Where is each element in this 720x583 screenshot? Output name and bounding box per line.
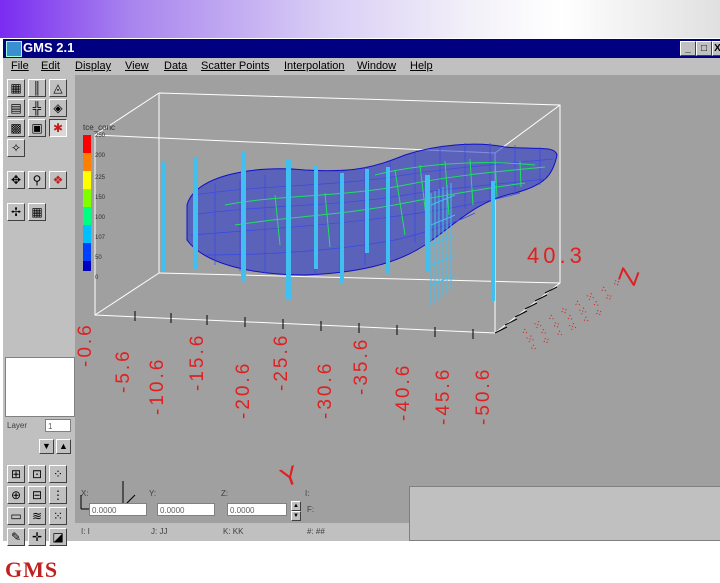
menu-scatter-points[interactable]: Scatter Points	[201, 60, 269, 72]
module-solid-icon[interactable]: ▤	[7, 99, 25, 117]
y-tick-label: -10.6	[147, 356, 168, 415]
tool-palette: ▦ ║ ◬ ▤ ╬ ◈ ▩ ▣ ✱ ✧ ✥ ⚲ ❖ ✢ ▦ Layer 1 ▼ …	[3, 75, 75, 582]
x-coord-label: X:	[81, 489, 89, 498]
select-column-tool-icon[interactable]: ⋮	[49, 486, 67, 504]
layer-up-icon[interactable]: ▲	[56, 439, 71, 454]
row-j-label: J: JJ	[151, 527, 168, 536]
tool-info-box	[5, 357, 75, 417]
menu-file[interactable]: File	[11, 60, 29, 72]
select-row-tool-icon[interactable]: ⊟	[28, 486, 46, 504]
minimize-button[interactable]: _	[680, 41, 696, 56]
x-coord-field[interactable]: 0.0000	[89, 503, 147, 516]
z-coord-label: Z:	[221, 489, 229, 498]
module-2d-mesh-icon[interactable]: ▦	[7, 79, 25, 97]
y-coord-label: Y:	[149, 489, 157, 498]
module-scatter-points-icon[interactable]: ✱	[49, 119, 67, 137]
module-boreholes-icon[interactable]: ║	[28, 79, 46, 97]
clear-tool-icon[interactable]: ◪	[49, 528, 67, 546]
title-bar: GMS 2.1 _ □ X	[3, 39, 720, 58]
pan-tool-icon[interactable]: ✥	[7, 171, 25, 189]
i-coord-label: I:	[305, 489, 310, 498]
layer-label: Layer	[7, 421, 28, 430]
slide-header-band	[0, 0, 720, 38]
info-panel	[409, 486, 720, 541]
z-coord-field[interactable]: 0.0000	[227, 503, 287, 516]
rotate-tool-icon[interactable]: ❖	[49, 171, 67, 189]
y-tick-label: -35.6	[351, 336, 372, 395]
menu-edit[interactable]: Edit	[41, 60, 60, 72]
module-2d-grid-icon[interactable]: ▩	[7, 119, 25, 137]
y-tick-label: -15.6	[187, 332, 208, 391]
layer-down-icon[interactable]: ▼	[39, 439, 54, 454]
row-i-label: I: I	[81, 527, 90, 536]
contour-options-icon[interactable]: ≋	[28, 507, 46, 525]
module-tin-icon[interactable]: ◬	[49, 79, 67, 97]
graphics-viewport[interactable]: tce_conc 250 200 225 150 100 107 50 0 -0…	[75, 75, 720, 523]
y-tick-label: -45.6	[433, 366, 454, 425]
move-tool-icon[interactable]: ✛	[28, 528, 46, 546]
close-button[interactable]: X	[712, 41, 720, 56]
module-map-icon[interactable]: ✧	[7, 139, 25, 157]
create-point-tool-icon[interactable]: ⊕	[7, 486, 25, 504]
menu-help[interactable]: Help	[410, 60, 433, 72]
row-hash-label: #: ##	[307, 527, 325, 536]
module-grid-icon[interactable]: ╬	[28, 99, 46, 117]
y-tick-label: -5.6	[113, 348, 134, 393]
maximize-button[interactable]: □	[696, 41, 712, 56]
module-scatter-3d-icon[interactable]: ◈	[49, 99, 67, 117]
menu-view[interactable]: View	[125, 60, 149, 72]
y-tick-label: -0.6	[75, 322, 96, 367]
menu-bar: File Edit Display View Data Scatter Poin…	[3, 58, 720, 75]
y-tick-label: -30.6	[315, 360, 336, 419]
menu-window[interactable]: Window	[357, 60, 396, 72]
window-title: GMS 2.1	[23, 40, 75, 55]
row-k-label: K: KK	[223, 527, 244, 536]
gms-window: GMS 2.1 _ □ X File Edit Display View Dat…	[2, 38, 720, 582]
select-grid-tool-icon[interactable]: ▦	[28, 203, 46, 221]
app-icon	[6, 41, 22, 57]
f-label: F:	[307, 505, 315, 514]
z-up-icon[interactable]: ▲	[291, 501, 301, 511]
zoom-tool-icon[interactable]: ⚲	[28, 171, 46, 189]
frame-tool-icon[interactable]: ⊞	[7, 465, 25, 483]
y-tick-label: -25.6	[271, 332, 292, 391]
select-nodes-tool-icon[interactable]: ⁘	[49, 465, 67, 483]
z-value-label: 40.3	[527, 243, 586, 268]
y-coord-field[interactable]: 0.0000	[157, 503, 215, 516]
edit-tool-icon[interactable]: ✎	[7, 528, 25, 546]
status-bar: X: Y: Z: I: 0.0000 0.0000 0.0000 ▲ ▼ F: …	[75, 489, 407, 541]
layer-input[interactable]: 1	[45, 419, 71, 432]
module-3d-grid-icon[interactable]: ▣	[28, 119, 46, 137]
y-tick-label: -20.6	[233, 360, 254, 419]
menu-interpolation[interactable]: Interpolation	[284, 60, 345, 72]
select-tool-icon[interactable]: ✢	[7, 203, 25, 221]
y-tick-label: -50.6	[473, 366, 494, 425]
y-tick-label: -40.6	[393, 362, 414, 421]
display-options-icon[interactable]: ▭	[7, 507, 25, 525]
color-ramp-icon[interactable]: ⁙	[49, 507, 67, 525]
menu-display[interactable]: Display	[75, 60, 111, 72]
z-down-icon[interactable]: ▼	[291, 511, 301, 521]
menu-data[interactable]: Data	[164, 60, 187, 72]
select-cells-tool-icon[interactable]: ⊡	[28, 465, 46, 483]
gms-logo: GMS	[5, 557, 59, 582]
